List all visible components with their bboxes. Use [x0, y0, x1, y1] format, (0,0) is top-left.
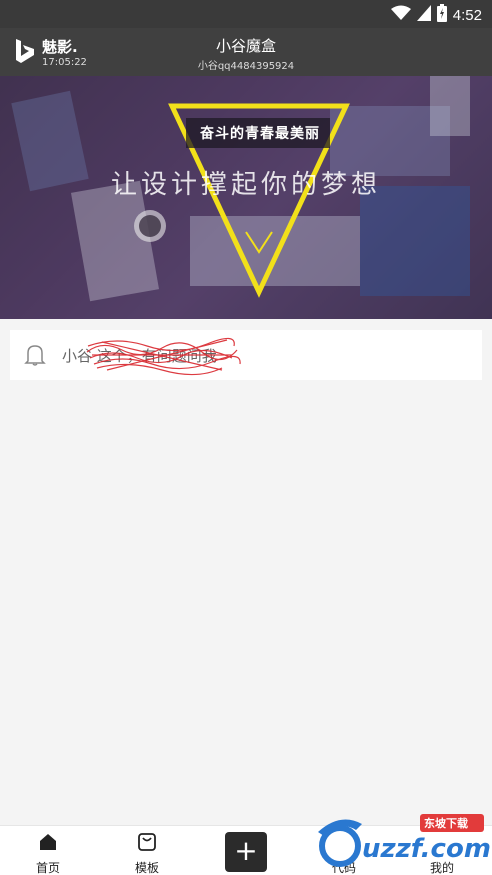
banner[interactable]: 奋斗的青春最美丽 让设计撑起你的梦想 — [0, 76, 492, 319]
redaction-scribble — [86, 337, 241, 376]
tab-templates[interactable]: 模板 — [107, 826, 187, 875]
bag-icon — [137, 832, 157, 852]
notice-bar[interactable]: 小谷 这个，有问题问我 — [10, 330, 482, 380]
app-header: 魅影. 17:05:22 小谷魔盒 小谷qq4484395924 — [0, 28, 492, 76]
bell-icon — [24, 343, 46, 371]
plus-icon: + — [234, 834, 258, 867]
status-icons: 4:52 — [390, 4, 482, 26]
banner-tag: 奋斗的青春最美丽 — [200, 126, 320, 142]
watermark-tag: 东坡下载 — [424, 817, 468, 830]
uzzf-watermark-logo: 东坡下载 uzzf.com — [310, 812, 491, 872]
watermark-brand: uzzf.com — [362, 834, 491, 864]
tab-home-label: 首页 — [35, 861, 60, 875]
status-bar: 4:52 — [0, 0, 492, 28]
add-button[interactable]: + — [225, 832, 267, 872]
status-time: 4:52 — [452, 6, 482, 24]
wifi-icon — [390, 5, 411, 25]
home-icon — [38, 832, 58, 852]
page-title: 小谷魔盒 — [215, 37, 276, 55]
banner-title: 让设计撑起你的梦想 — [110, 170, 381, 200]
tab-templates-label: 模板 — [134, 861, 159, 875]
battery-icon — [436, 4, 447, 26]
page-subtitle: 小谷qq4484395924 — [197, 61, 295, 72]
tab-home[interactable]: 首页 — [8, 826, 88, 875]
signal-icon — [416, 5, 431, 25]
